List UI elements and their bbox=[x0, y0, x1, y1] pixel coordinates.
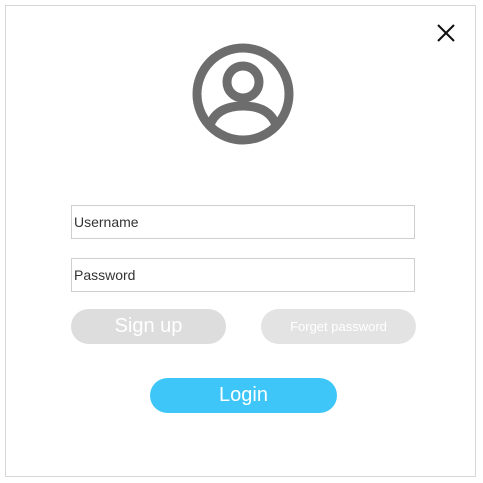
password-field[interactable] bbox=[71, 258, 415, 292]
login-dialog: Sign up Forget password Login bbox=[5, 5, 476, 477]
sign-up-button[interactable]: Sign up bbox=[71, 309, 226, 344]
password-input[interactable] bbox=[72, 259, 414, 291]
username-field[interactable] bbox=[71, 205, 415, 239]
user-circle-icon bbox=[191, 42, 295, 146]
forget-password-button[interactable]: Forget password bbox=[261, 309, 416, 344]
close-icon[interactable] bbox=[436, 23, 456, 43]
login-button[interactable]: Login bbox=[150, 378, 337, 413]
username-input[interactable] bbox=[72, 206, 414, 238]
